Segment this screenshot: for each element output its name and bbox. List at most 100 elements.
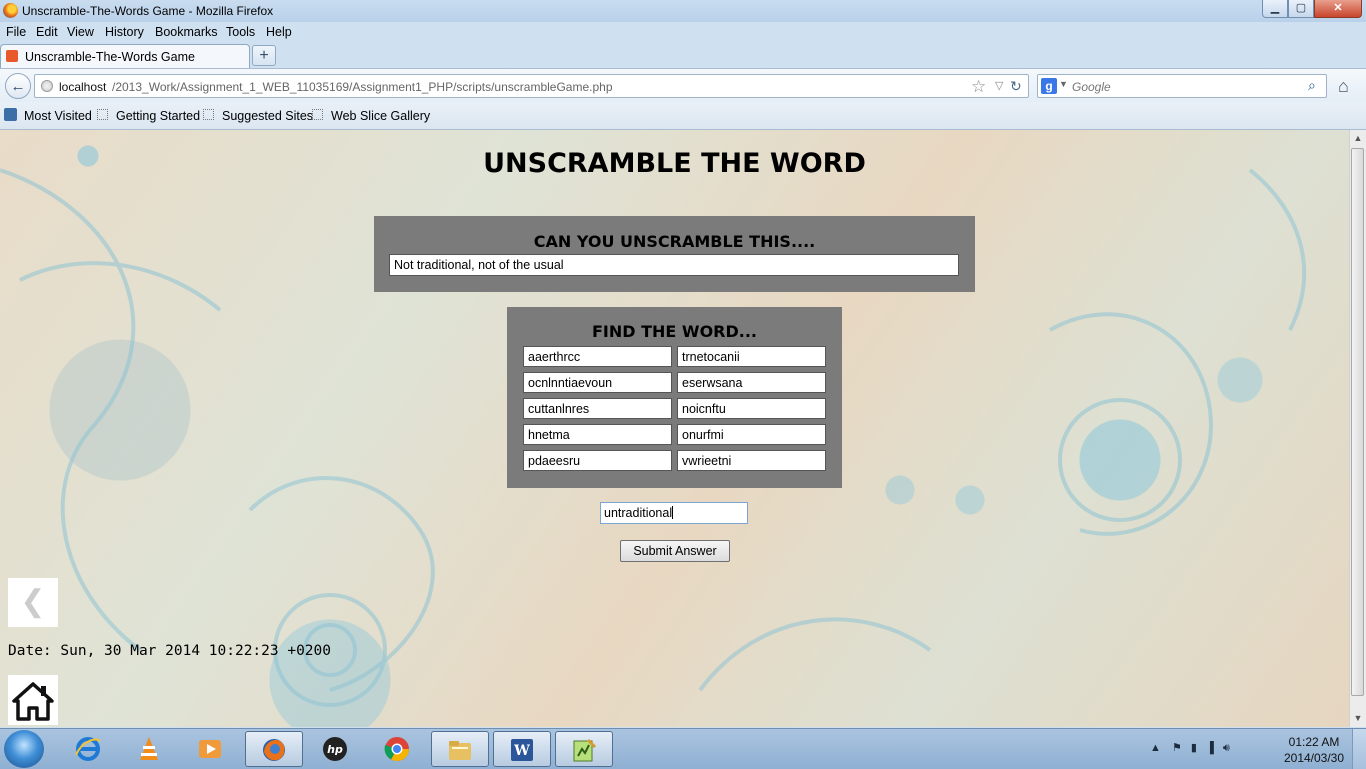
media-player-icon [199, 740, 221, 758]
bookmark-getting-started[interactable]: Getting Started [116, 109, 200, 123]
taskbar-internet-explorer[interactable] [60, 731, 118, 767]
words-heading: FIND THE WORD... [591, 322, 757, 341]
bookmark-star-icon[interactable]: ☆ [971, 77, 986, 97]
bookmark-page-icon [97, 109, 108, 120]
bookmarks-toolbar: Most Visited Getting Started Suggested S… [0, 102, 1366, 130]
home-link-button[interactable] [8, 675, 58, 725]
tab-strip: Unscramble-The-Words Game + [0, 42, 1366, 68]
tab-unscramble-game[interactable]: Unscramble-The-Words Game [0, 44, 250, 68]
bookmark-page-icon [312, 109, 323, 120]
scrambled-word-field: cuttanlnres [523, 398, 672, 419]
clue-panel: CAN YOU UNSCRAMBLE THIS.... Not traditio… [374, 216, 975, 292]
menu-help[interactable]: Help [266, 25, 292, 39]
menu-view[interactable]: View [67, 25, 94, 39]
search-icon[interactable]: ⌕ [1308, 77, 1316, 94]
menu-history[interactable]: History [105, 25, 144, 39]
show-hidden-icons-icon[interactable]: ▲ [1150, 742, 1161, 754]
bookmark-suggested-sites[interactable]: Suggested Sites [222, 109, 313, 123]
submit-answer-button[interactable]: Submit Answer [620, 540, 730, 562]
chrome-icon [384, 737, 409, 762]
taskbar-notepad-plus[interactable] [555, 731, 613, 767]
window-title: Unscramble-The-Words Game - Mozilla Fire… [22, 4, 274, 18]
google-icon[interactable]: g [1041, 78, 1057, 94]
clock-date[interactable]: 2014/03/30 [1282, 751, 1346, 765]
scroll-thumb[interactable] [1351, 148, 1364, 696]
search-placeholder: Google [1072, 80, 1111, 94]
scrambled-word-field: onurfmi [677, 424, 826, 445]
window-titlebar: Unscramble-The-Words Game - Mozilla Fire… [0, 0, 1366, 22]
menu-edit[interactable]: Edit [36, 25, 58, 39]
scrambled-word-field: aaerthrcc [523, 346, 672, 367]
previous-page-button[interactable]: ❮ [8, 578, 58, 627]
minimize-button[interactable]: ▁ [1262, 0, 1288, 18]
bookmark-web-slice-gallery[interactable]: Web Slice Gallery [331, 109, 430, 123]
device-icon[interactable]: ▮ [1191, 742, 1197, 754]
vertical-scrollbar[interactable]: ▲ ▼ [1349, 130, 1366, 727]
answer-value: untraditional [604, 506, 673, 520]
globe-icon [41, 80, 53, 92]
answer-input[interactable]: untraditional [600, 502, 748, 524]
search-bar[interactable]: g ▼ Google ⌕ [1037, 74, 1327, 98]
date-text: Date: Sun, 30 Mar 2014 10:22:23 +0200 [8, 643, 332, 659]
search-engine-dropdown-icon[interactable]: ▼ [1059, 79, 1068, 89]
scrambled-word-field: trnetocanii [677, 346, 826, 367]
taskbar-media-player[interactable] [182, 731, 240, 767]
scroll-down-arrow-icon[interactable]: ▼ [1350, 710, 1366, 726]
home-icon[interactable]: ⌂ [1338, 76, 1349, 97]
navigation-toolbar: ← localhost /2013_Work/Assignment_1_WEB_… [0, 68, 1366, 103]
system-tray: ▲ ⚑ ▮ ▐ 🔊︎ [1150, 741, 1230, 755]
firefox-icon [263, 739, 285, 761]
menu-file[interactable]: File [6, 25, 26, 39]
taskbar-firefox[interactable] [245, 731, 303, 767]
show-desktop-button[interactable] [1352, 729, 1366, 769]
text-caret [672, 506, 674, 519]
page-favicon-icon [6, 50, 18, 62]
scrambled-words-panel: FIND THE WORD... aaerthrcc trnetocanii o… [507, 307, 842, 488]
notepad-icon [573, 738, 597, 762]
hp-icon: hp [323, 737, 347, 761]
folder-icon [449, 741, 471, 760]
clue-heading: CAN YOU UNSCRAMBLE THIS.... [533, 232, 816, 251]
most-visited-icon [4, 108, 17, 121]
taskbar-word[interactable]: W [493, 731, 551, 767]
volume-icon[interactable]: 🔊︎ [1223, 742, 1230, 754]
scrambled-word-field: vwrieetni [677, 450, 826, 471]
taskbar-hp[interactable]: hp [307, 731, 365, 767]
menu-bookmarks[interactable]: Bookmarks [155, 25, 218, 39]
scrambled-word-field: ocnlnntiaevoun [523, 372, 672, 393]
bookmark-most-visited[interactable]: Most Visited [24, 109, 92, 123]
close-button[interactable]: ✕ [1314, 0, 1362, 18]
tab-label: Unscramble-The-Words Game [25, 50, 195, 64]
scrambled-word-field: pdaeesru [523, 450, 672, 471]
back-button[interactable]: ← [5, 73, 31, 99]
url-host: localhost [59, 80, 107, 94]
taskbar-vlc[interactable] [121, 731, 179, 767]
svg-text:W: W [513, 743, 530, 759]
menu-bar: File Edit View History Bookmarks Tools H… [0, 22, 300, 42]
word-icon: W [511, 739, 533, 761]
page-content: UNSCRAMBLE THE WORD CAN YOU UNSCRAMBLE T… [0, 130, 1349, 727]
back-arrow-icon: ← [10, 78, 26, 95]
page-title: UNSCRAMBLE THE WORD [483, 148, 866, 179]
bookmark-page-icon [203, 109, 214, 120]
firefox-icon [3, 3, 18, 18]
reload-icon[interactable]: ↻ [1010, 78, 1022, 95]
address-bar[interactable]: localhost /2013_Work/Assignment_1_WEB_11… [34, 74, 1029, 98]
url-history-dropdown-icon[interactable]: ▽ [995, 79, 1003, 92]
new-tab-button[interactable]: + [252, 45, 276, 66]
taskbar-file-explorer[interactable] [431, 731, 489, 767]
clue-field: Not traditional, not of the usual [389, 254, 959, 276]
taskbar-chrome[interactable] [369, 731, 427, 767]
scroll-up-arrow-icon[interactable]: ▲ [1350, 130, 1366, 146]
menu-tools[interactable]: Tools [226, 25, 255, 39]
start-button[interactable] [4, 730, 44, 768]
chevron-left-icon: ❮ [20, 585, 46, 618]
clock-time[interactable]: 01:22 AM [1282, 735, 1346, 749]
scrambled-word-field: hnetma [523, 424, 672, 445]
action-center-flag-icon[interactable]: ⚑ [1172, 742, 1182, 754]
url-path: /2013_Work/Assignment_1_WEB_11035169/Ass… [112, 80, 613, 94]
windows-taskbar: hp W ▲ ⚑ ▮ ▐ � [0, 728, 1366, 769]
network-icon[interactable]: ▐ [1206, 742, 1214, 754]
maximize-button[interactable]: ▢ [1288, 0, 1314, 18]
internet-explorer-icon [75, 737, 101, 761]
